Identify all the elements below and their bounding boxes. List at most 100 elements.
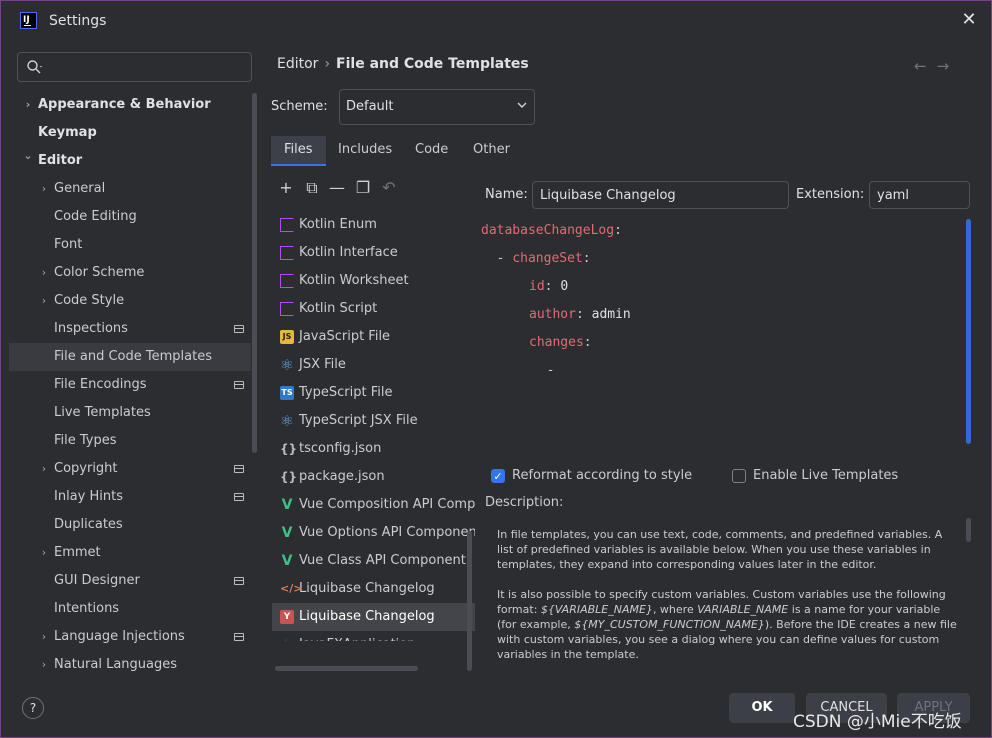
sidebar-item-editor[interactable]: ⌄ Editor bbox=[9, 147, 251, 175]
chevron-right-icon[interactable]: › bbox=[39, 175, 49, 203]
template-list-item[interactable]: ⚛ JSX File bbox=[272, 351, 475, 379]
back-arrow-icon[interactable]: ← bbox=[914, 57, 937, 75]
code-line: - bbox=[531, 361, 555, 381]
liquibase-icon: Y bbox=[280, 610, 294, 624]
chevron-right-icon[interactable]: › bbox=[39, 539, 49, 567]
template-list-item[interactable]: ☕ JavaFXApplication bbox=[272, 631, 475, 641]
remove-icon[interactable]: — bbox=[328, 179, 346, 197]
template-list-item-label: Kotlin Interface bbox=[299, 245, 398, 260]
sidebar-item-code-style[interactable]: › Code Style bbox=[9, 287, 251, 315]
javafx-icon: ☕ bbox=[280, 638, 294, 642]
tab-code[interactable]: Code bbox=[402, 136, 461, 166]
reformat-label: Reformat according to style bbox=[512, 468, 693, 483]
sidebar-scrollbar[interactable] bbox=[252, 93, 257, 453]
template-name-input[interactable]: Liquibase Changelog bbox=[532, 181, 789, 209]
tab-files[interactable]: Files bbox=[271, 136, 326, 166]
yaml-token: - bbox=[481, 251, 513, 266]
title-bar: IJ Settings ✕ bbox=[1, 1, 991, 41]
sidebar-item-code-editing[interactable]: Code Editing bbox=[9, 203, 251, 231]
template-list-item-label: JSX File bbox=[299, 357, 346, 372]
settings-search-input[interactable] bbox=[17, 52, 252, 82]
template-list-item[interactable]: V Vue Options API Componen bbox=[272, 519, 475, 547]
template-list-item[interactable]: {} tsconfig.json bbox=[272, 435, 475, 463]
editor-scrollbar[interactable] bbox=[966, 219, 971, 444]
template-list-vscrollbar[interactable] bbox=[467, 531, 472, 671]
ok-button[interactable]: OK bbox=[729, 693, 795, 723]
yaml-token: 0 bbox=[560, 279, 569, 294]
help-button[interactable]: ? bbox=[22, 697, 44, 719]
template-list-item[interactable]: Kotlin Enum bbox=[272, 211, 475, 239]
sidebar-item-natural-languages[interactable]: › Natural Languages bbox=[9, 651, 251, 679]
tab-includes[interactable]: Includes bbox=[325, 136, 405, 166]
vue-icon: V bbox=[281, 497, 293, 513]
breadcrumb-parent[interactable]: Editor bbox=[277, 56, 318, 72]
template-list-item[interactable]: V Vue Composition API Compo bbox=[272, 491, 475, 519]
template-list-item[interactable]: JS JavaScript File bbox=[272, 323, 475, 351]
scheme-select[interactable]: Default bbox=[339, 89, 535, 125]
chevron-right-icon[interactable]: › bbox=[39, 651, 49, 679]
sidebar-item-font[interactable]: Font bbox=[9, 231, 251, 259]
sidebar-item-label: File and Code Templates bbox=[54, 349, 212, 364]
template-code-editor[interactable]: databaseChangeLog: - changeSet: id: 0 auth… bbox=[481, 217, 971, 447]
sidebar-item-live-templates[interactable]: Live Templates bbox=[9, 399, 251, 427]
close-icon[interactable]: ✕ bbox=[959, 10, 979, 30]
yaml-token: : bbox=[575, 307, 592, 322]
template-list-item[interactable]: V Vue Class API Component bbox=[272, 547, 475, 575]
template-list-item-label: package.json bbox=[299, 469, 385, 484]
extension-label: Extension: bbox=[796, 187, 865, 202]
project-scope-icon bbox=[234, 381, 244, 389]
forward-arrow-icon[interactable]: → bbox=[937, 57, 960, 75]
sidebar-item-label: General bbox=[54, 181, 106, 196]
chevron-right-icon[interactable]: › bbox=[39, 623, 49, 651]
template-list-item-label: Liquibase Changelog bbox=[299, 581, 435, 596]
yaml-token: : bbox=[582, 251, 591, 266]
live-templates-label: Enable Live Templates bbox=[753, 468, 899, 483]
template-list-item[interactable]: Y Liquibase Changelog bbox=[272, 603, 475, 631]
sidebar-item-file-and-code-templates[interactable]: File and Code Templates bbox=[9, 343, 251, 371]
sidebar-item-gui-designer[interactable]: GUI Designer bbox=[9, 567, 251, 595]
template-list-item[interactable]: </> Liquibase Changelog bbox=[272, 575, 475, 603]
sidebar-item-language-injections[interactable]: › Language Injections bbox=[9, 623, 251, 651]
json-icon: {} bbox=[280, 442, 298, 456]
template-list-item[interactable]: Kotlin Worksheet bbox=[272, 267, 475, 295]
vue-icon: V bbox=[281, 525, 293, 541]
sidebar-item-label: Language Injections bbox=[54, 629, 185, 644]
sidebar-item-color-scheme[interactable]: › Color Scheme bbox=[9, 259, 251, 287]
template-list-item[interactable]: Kotlin Script bbox=[272, 295, 475, 323]
sidebar-item-label: Keymap bbox=[38, 125, 97, 140]
create-child-template-icon[interactable]: ⧉ bbox=[303, 179, 321, 197]
sidebar-item-general[interactable]: › General bbox=[9, 175, 251, 203]
chevron-down-icon[interactable]: ⌄ bbox=[23, 142, 33, 170]
sidebar-item-keymap[interactable]: Keymap bbox=[9, 119, 251, 147]
template-list-item[interactable]: ⚛ TypeScript JSX File bbox=[272, 407, 475, 435]
tab-other[interactable]: Other bbox=[460, 136, 523, 166]
template-list-item[interactable]: Kotlin Interface bbox=[272, 239, 475, 267]
sidebar-item-copyright[interactable]: › Copyright bbox=[9, 455, 251, 483]
description-scrollbar[interactable] bbox=[966, 518, 971, 542]
extension-input[interactable]: yaml bbox=[869, 181, 970, 209]
code-line: changes: bbox=[529, 333, 592, 353]
sidebar-item-appearance-behavior[interactable]: › Appearance & Behavior bbox=[9, 91, 251, 119]
chevron-right-icon[interactable]: › bbox=[39, 455, 49, 483]
kotlin-icon bbox=[280, 246, 294, 260]
sidebar-item-duplicates[interactable]: Duplicates bbox=[9, 511, 251, 539]
chevron-right-icon[interactable]: › bbox=[39, 259, 49, 287]
sidebar-item-emmet[interactable]: › Emmet bbox=[9, 539, 251, 567]
sidebar-item-file-types[interactable]: File Types bbox=[9, 427, 251, 455]
chevron-right-icon[interactable]: › bbox=[39, 287, 49, 315]
template-list-item-label: JavaScript File bbox=[299, 329, 391, 344]
template-list-item[interactable]: {} package.json bbox=[272, 463, 475, 491]
template-list-item-label: tsconfig.json bbox=[299, 441, 382, 456]
add-icon[interactable]: + bbox=[277, 179, 295, 197]
chevron-right-icon[interactable]: › bbox=[23, 91, 33, 119]
template-list-hscrollbar[interactable] bbox=[275, 666, 418, 671]
yaml-key: author bbox=[529, 307, 576, 322]
sidebar-item-file-encodings[interactable]: File Encodings bbox=[9, 371, 251, 399]
sidebar-item-inspections[interactable]: Inspections bbox=[9, 315, 251, 343]
reset-icon[interactable]: ↶ bbox=[380, 179, 398, 197]
code-line: - changeSet: bbox=[481, 249, 591, 269]
template-list-item[interactable]: TS TypeScript File bbox=[272, 379, 475, 407]
sidebar-item-intentions[interactable]: Intentions bbox=[9, 595, 251, 623]
sidebar-item-inlay-hints[interactable]: Inlay Hints bbox=[9, 483, 251, 511]
copy-icon[interactable]: ❐ bbox=[354, 179, 372, 197]
